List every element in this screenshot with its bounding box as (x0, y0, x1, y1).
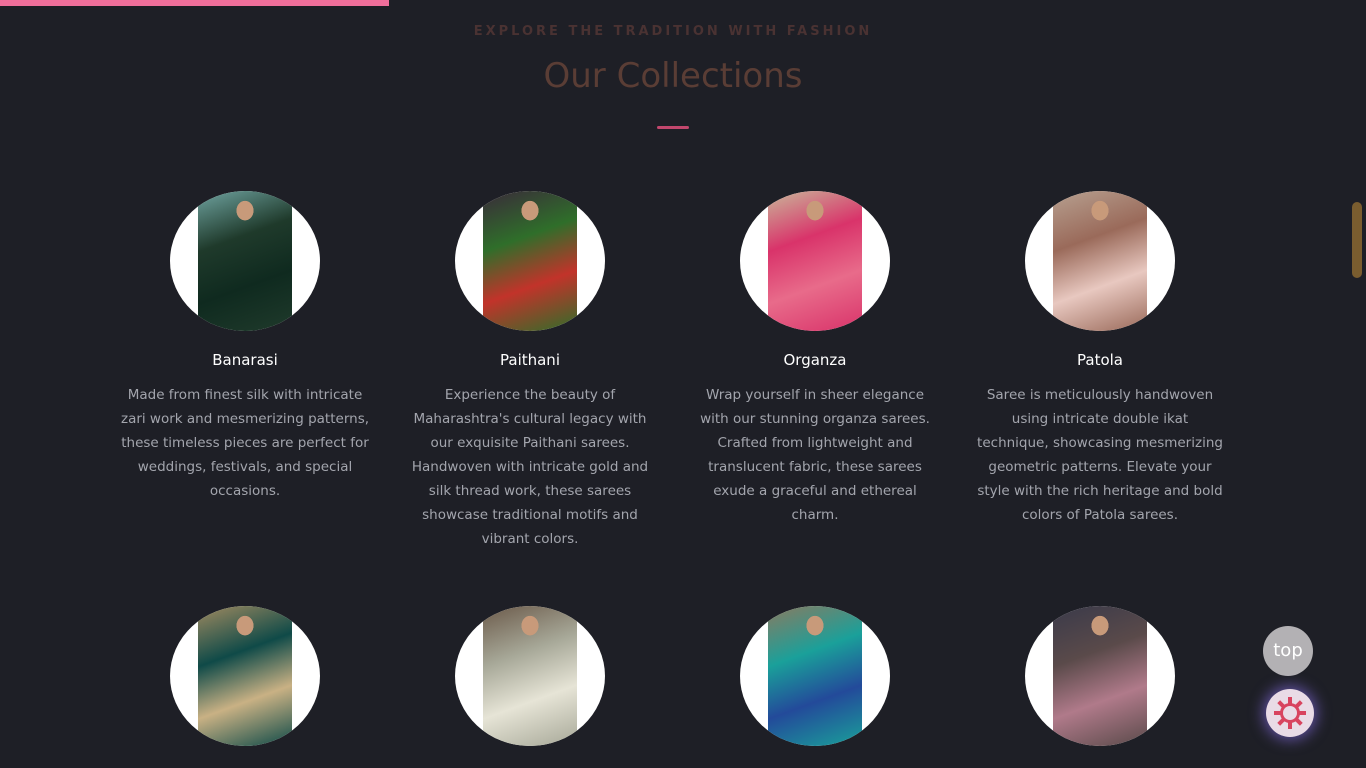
collection-photo (483, 191, 577, 331)
collection-title: Paithani (500, 351, 560, 369)
collection-card-row2-4[interactable] (975, 606, 1225, 746)
collection-image-frame[interactable] (170, 606, 320, 746)
title-divider (657, 126, 689, 129)
collection-title: Patola (1077, 351, 1123, 369)
collection-image-frame[interactable] (455, 606, 605, 746)
collection-description: Made from finest silk with intricate zar… (120, 387, 370, 499)
collection-photo (198, 191, 292, 331)
collection-card-patola[interactable]: Patola Saree is meticulously handwoven u… (975, 191, 1225, 527)
back-to-top-button[interactable]: top (1263, 626, 1313, 676)
collection-image-frame[interactable] (1025, 606, 1175, 746)
section-title: Our Collections (543, 56, 803, 96)
collection-photo (483, 606, 577, 746)
collection-card-organza[interactable]: Organza Wrap yourself in sheer elegance … (690, 191, 940, 527)
collection-card-banarasi[interactable]: Banarasi Made from finest silk with intr… (120, 191, 370, 503)
scrollbar-thumb[interactable] (1352, 202, 1362, 278)
collection-image-frame[interactable] (1025, 191, 1175, 331)
collection-image-frame[interactable] (170, 191, 320, 331)
collection-title: Organza (783, 351, 847, 369)
collection-card-row2-3[interactable] (690, 606, 940, 746)
scroll-progress-bar (0, 0, 390, 6)
sun-gear-icon (1274, 697, 1306, 729)
collection-photo (768, 606, 862, 746)
collection-image-frame[interactable] (740, 606, 890, 746)
collection-photo (1053, 191, 1147, 331)
collection-card-row2-1[interactable] (120, 606, 370, 746)
collection-image-frame[interactable] (455, 191, 605, 331)
collection-photo (768, 191, 862, 331)
collection-card-row2-2[interactable] (405, 606, 655, 746)
collection-image-frame[interactable] (740, 191, 890, 331)
collection-description: Wrap yourself in sheer elegance with our… (700, 387, 930, 523)
collection-description: Experience the beauty of Maharashtra's c… (411, 387, 649, 547)
collection-photo (1053, 606, 1147, 746)
collection-description: Saree is meticulously handwoven using in… (977, 387, 1223, 523)
theme-toggle-button[interactable] (1266, 689, 1314, 737)
collection-card-paithani[interactable]: Paithani Experience the beauty of Mahara… (405, 191, 655, 551)
section-eyebrow: EXPLORE THE TRADITION WITH FASHION (473, 24, 873, 39)
collection-title: Banarasi (212, 351, 278, 369)
collection-photo (198, 606, 292, 746)
